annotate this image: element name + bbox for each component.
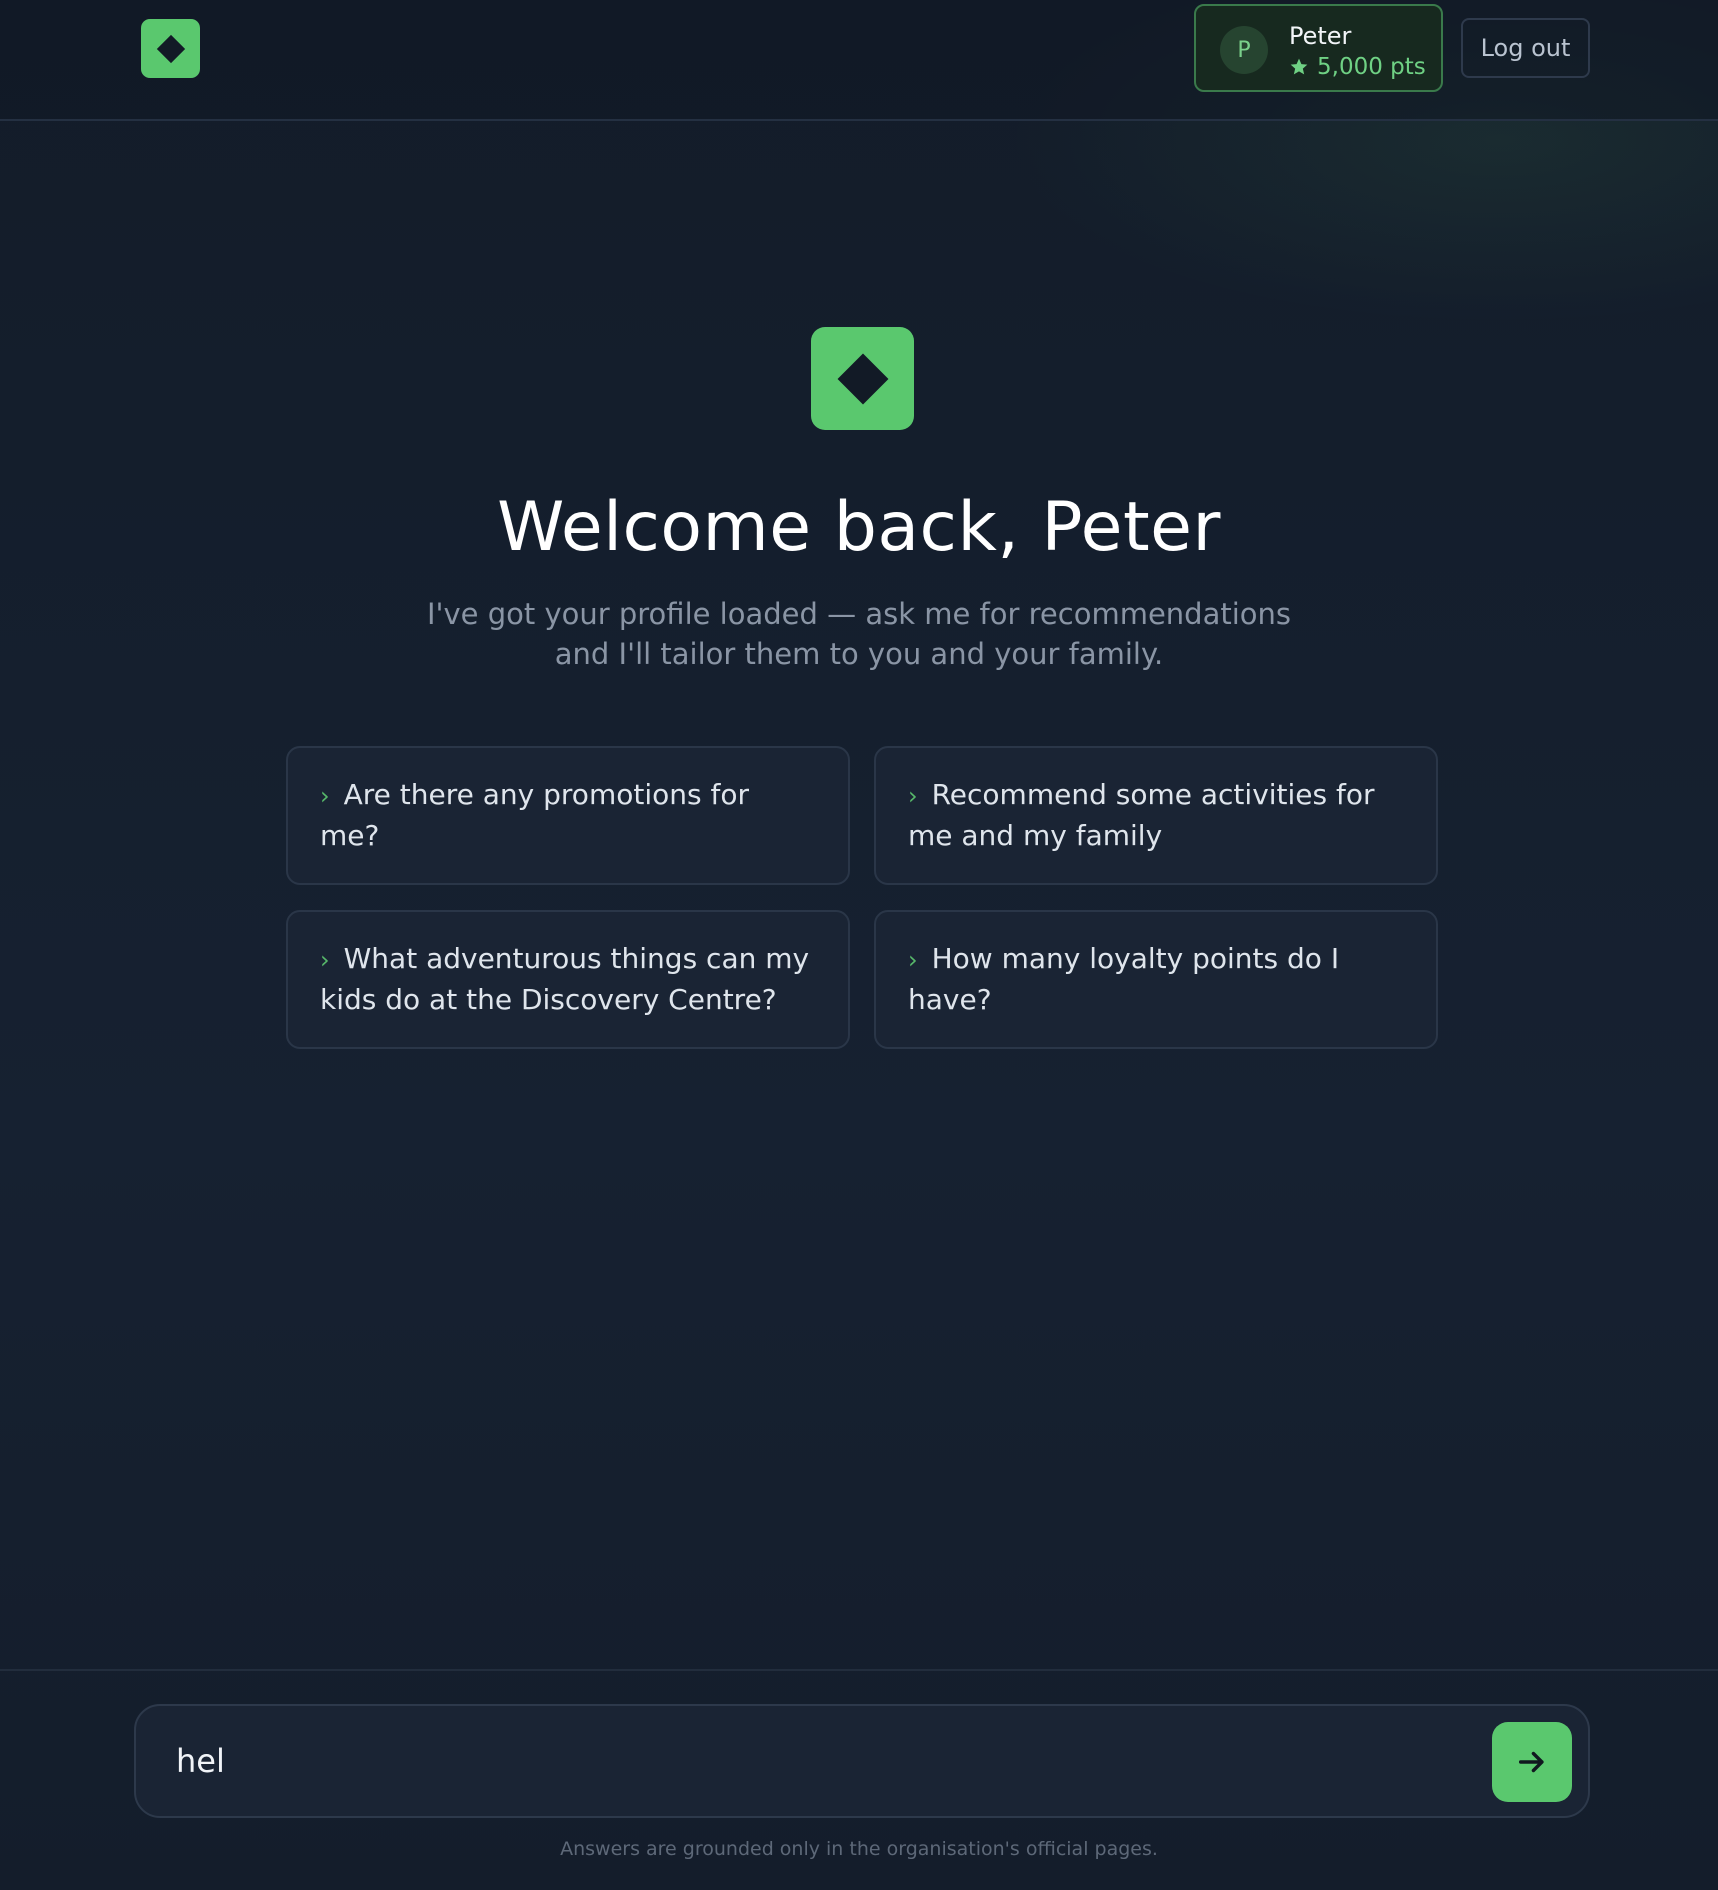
top-bar: P Peter 5,000 pts Log out xyxy=(0,0,1718,121)
suggestion-card-promotions[interactable]: › Are there any promotions for me? xyxy=(286,746,850,885)
diamond-icon xyxy=(837,353,888,404)
loyalty-points: 5,000 pts xyxy=(1289,54,1426,80)
user-profile-chip[interactable]: P Peter 5,000 pts xyxy=(1194,4,1443,92)
logout-button[interactable]: Log out xyxy=(1461,18,1590,78)
user-name: Peter xyxy=(1289,22,1352,50)
suggestion-label: Recommend some activities for me and my … xyxy=(908,778,1375,852)
disclaimer-text: Answers are grounded only in the organis… xyxy=(560,1838,1158,1860)
message-input[interactable] xyxy=(176,1726,1426,1796)
suggestion-label: What adventurous things can my kids do a… xyxy=(320,942,810,1016)
suggestion-text: › How many loyalty points do I have? xyxy=(908,939,1404,1020)
subtitle-line: I've got your profile loaded — ask me fo… xyxy=(426,597,1292,631)
chevron-right-icon: › xyxy=(320,946,330,974)
diamond-icon xyxy=(156,34,185,63)
subtitle-line: and I'll tailor them to you and your fam… xyxy=(554,637,1164,671)
suggestion-label: How many loyalty points do I have? xyxy=(908,942,1340,1016)
chevron-right-icon: › xyxy=(908,782,918,810)
page: P Peter 5,000 pts Log out Welcome back, … xyxy=(0,0,1718,1890)
suggestion-card-loyalty-points[interactable]: › How many loyalty points do I have? xyxy=(874,910,1438,1049)
avatar: P xyxy=(1220,26,1268,74)
composer-divider xyxy=(0,1669,1718,1671)
logo-icon[interactable] xyxy=(141,19,200,78)
suggestion-card-discovery-centre[interactable]: › What adventurous things can my kids do … xyxy=(286,910,850,1049)
star-icon xyxy=(1290,58,1308,75)
message-composer xyxy=(134,1704,1590,1818)
suggestion-label: Are there any promotions for me? xyxy=(320,778,749,852)
suggestion-text: › What adventurous things can my kids do … xyxy=(320,939,816,1020)
points-value: 5,000 pts xyxy=(1317,54,1426,80)
suggestion-text: › Are there any promotions for me? xyxy=(320,775,816,856)
arrow-right-icon xyxy=(1518,1751,1544,1773)
send-button[interactable] xyxy=(1492,1722,1572,1802)
suggestion-text: › Recommend some activities for me and my… xyxy=(908,775,1404,856)
page-subtitle: I've got your profile loaded — ask me fo… xyxy=(409,594,1309,674)
assistant-logo-icon xyxy=(811,327,914,430)
page-title: Welcome back, Peter xyxy=(497,488,1221,567)
suggestion-card-family-activities[interactable]: › Recommend some activities for me and my… xyxy=(874,746,1438,885)
chevron-right-icon: › xyxy=(320,782,330,810)
chevron-right-icon: › xyxy=(908,946,918,974)
